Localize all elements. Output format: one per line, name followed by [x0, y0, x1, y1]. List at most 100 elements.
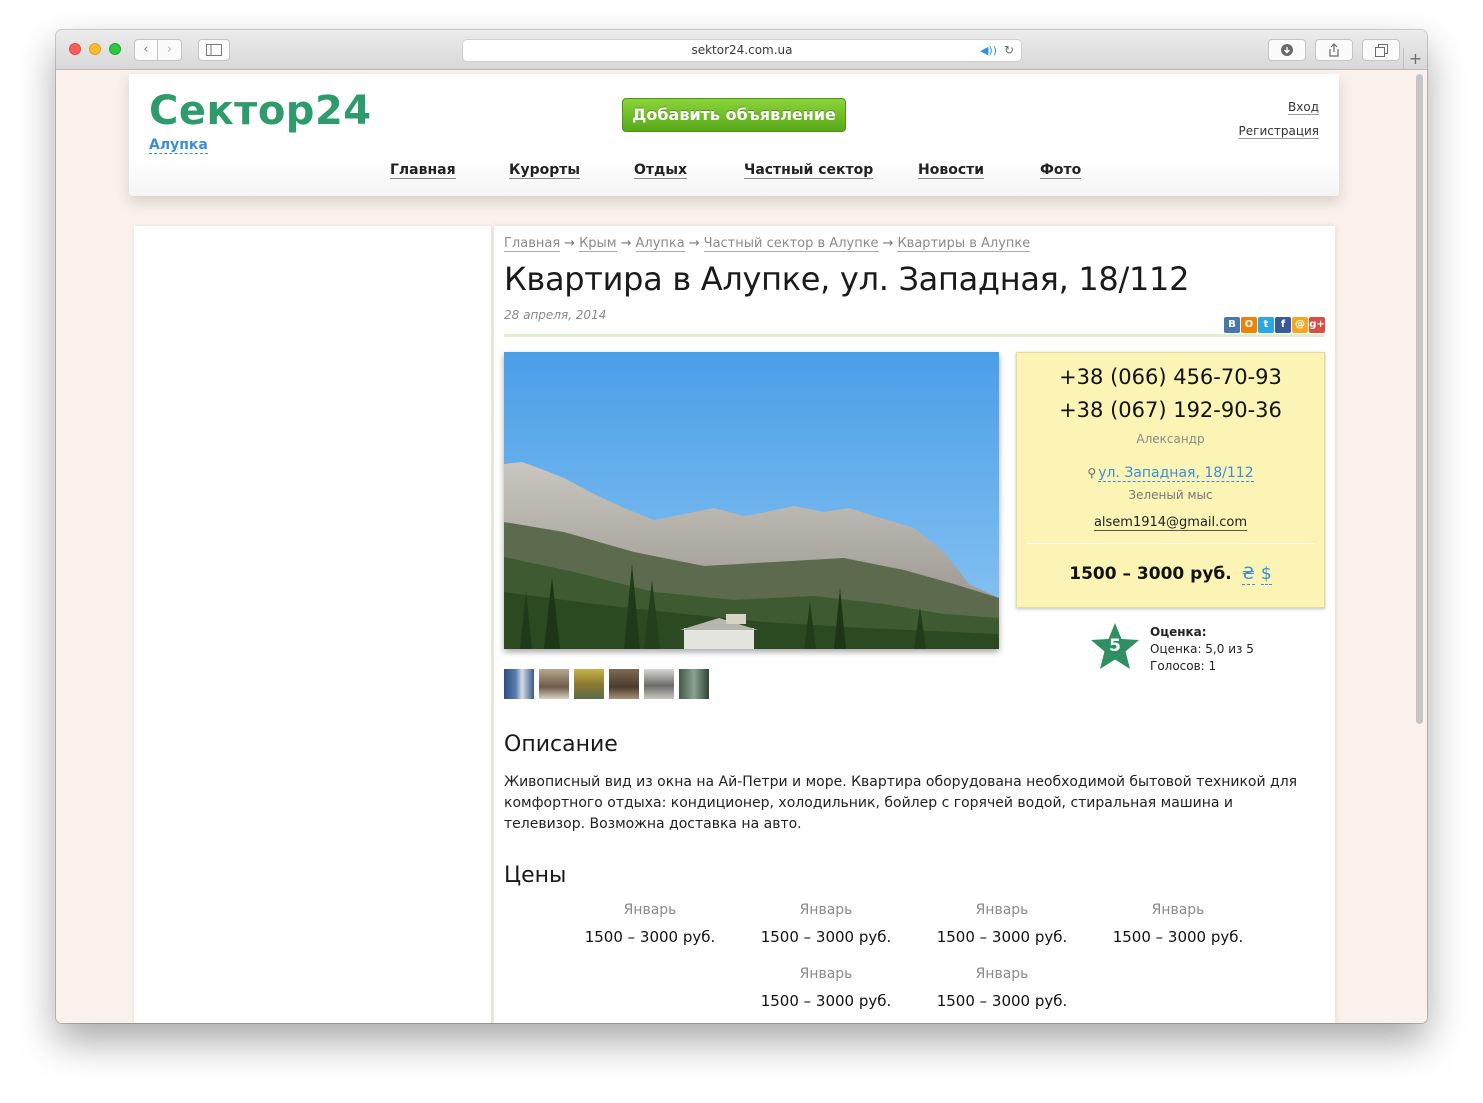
breadcrumb-crimea[interactable]: Крым — [579, 236, 617, 252]
chevron-left-icon: ‹ — [143, 42, 149, 57]
new-tab-button[interactable]: + — [1403, 48, 1427, 70]
sidebar-icon — [206, 44, 222, 56]
map-pin-icon: ⚲ — [1087, 466, 1097, 480]
arrow-right-icon: → — [564, 236, 576, 251]
thumbnail-image[interactable] — [574, 669, 604, 699]
nav-item-private-sector[interactable]: Частный сектор — [744, 162, 874, 179]
share-icon — [1329, 43, 1339, 57]
nav-item-photo[interactable]: Фото — [1040, 162, 1082, 179]
main-nav: Главная Курорты Отдых Частный сектор Нов… — [129, 162, 1339, 186]
sidebar-toggle-button[interactable] — [198, 39, 230, 61]
price-month: Январь — [975, 966, 1029, 982]
currency-uah-toggle[interactable]: ₴ — [1241, 564, 1255, 585]
add-listing-button[interactable]: Добавить объявление — [622, 98, 846, 132]
close-window-button[interactable] — [69, 43, 81, 55]
left-sidebar — [134, 226, 491, 1023]
nav-item-home[interactable]: Главная — [390, 162, 456, 179]
back-button[interactable]: ‹ — [134, 39, 158, 61]
share-buttons: В Оt f @ g+ — [1223, 312, 1325, 333]
price-range: 1500 – 3000 руб. — [936, 992, 1068, 1010]
photo-thumbnails — [504, 669, 714, 699]
price-cell: Январь 1500 – 3000 руб. — [575, 902, 725, 946]
price-cell: Январь 1500 – 3000 руб. — [927, 966, 1077, 1010]
thumbnail-image[interactable] — [644, 669, 674, 699]
prices-heading: Цены — [504, 863, 567, 888]
register-link[interactable]: Регистрация — [1238, 124, 1319, 139]
downloads-button[interactable] — [1268, 39, 1306, 61]
price-month: Январь — [623, 902, 677, 918]
minimize-window-button[interactable] — [89, 43, 101, 55]
thumbnail-image[interactable] — [504, 669, 534, 699]
phone-number-1[interactable]: +38 (066) 456-70-93 — [1017, 365, 1324, 389]
price-cell: Январь 1500 – 3000 руб. — [927, 902, 1077, 946]
breadcrumb-apartments[interactable]: Квартиры в Алупке — [897, 236, 1031, 252]
nav-item-news[interactable]: Новости — [918, 162, 985, 179]
rating-badge-number: 5 — [1109, 636, 1121, 656]
site-logo[interactable]: Сектор24 — [149, 88, 372, 134]
tab-overview-button[interactable] — [1362, 39, 1400, 61]
breadcrumb-private-sector[interactable]: Частный сектор в Алупке — [703, 236, 879, 252]
login-link[interactable]: Вход — [1288, 100, 1319, 115]
price-month: Январь — [799, 902, 853, 918]
facebook-icon[interactable]: f — [1275, 317, 1291, 333]
address: ⚲ ул. Западная, 18/112 — [1017, 465, 1324, 482]
description-heading: Описание — [504, 732, 618, 757]
breadcrumb: Главная → Крым → Алупка → Частный сектор в Алу… — [504, 236, 1031, 252]
twitter-icon[interactable]: t — [1258, 317, 1274, 333]
chevron-right-icon: › — [166, 42, 173, 57]
price-range: 1500 – 3000 руб. — [760, 992, 892, 1010]
listing-content: Главная → Крым → Алупка → Частный сектор в Алу… — [494, 226, 1335, 1023]
post-date: 28 апреля, 2014 — [504, 308, 607, 322]
breadcrumb-home[interactable]: Главная — [504, 236, 561, 252]
price-cell: Январь 1500 – 3000 руб. — [751, 966, 901, 1010]
odnoklassniki-icon[interactable]: О — [1241, 317, 1257, 333]
reload-icon[interactable]: ↻ — [1004, 40, 1014, 61]
city-selector-link[interactable]: Алупка — [149, 137, 208, 154]
breadcrumb-alupka[interactable]: Алупка — [635, 236, 685, 252]
price-range: 1500 – 3000 руб. — [936, 928, 1068, 946]
description-text: Живописный вид из окна на Ай-Петри и мор… — [504, 774, 1298, 832]
rating-star-badge: 5 — [1090, 622, 1140, 672]
title-divider — [504, 334, 1324, 337]
speaker-icon[interactable]: ◀)) — [980, 40, 997, 61]
email-link[interactable]: alsem1914@gmail.com — [1093, 515, 1248, 531]
thumbnail-image[interactable] — [679, 669, 709, 699]
address-bar[interactable]: sektor24.com.ua ◀)) ↻ — [462, 39, 1022, 62]
plus-icon: + — [1408, 49, 1423, 68]
thumbnail-image[interactable] — [609, 669, 639, 699]
arrow-right-icon: → — [882, 236, 894, 251]
price-month: Январь — [799, 966, 853, 982]
logo-number: 24 — [314, 88, 372, 134]
nav-item-resorts[interactable]: Курорты — [509, 162, 581, 179]
share-button[interactable] — [1315, 39, 1353, 61]
mailru-icon[interactable]: @ — [1292, 317, 1308, 333]
currency-usd-toggle[interactable]: $ — [1260, 564, 1272, 585]
district-name: Зеленый мыс — [1128, 488, 1213, 502]
forward-button[interactable]: › — [158, 39, 182, 61]
maximize-window-button[interactable] — [109, 43, 121, 55]
arrow-right-icon: → — [620, 236, 632, 251]
phone-number-2[interactable]: +38 (067) 192-90-36 — [1017, 398, 1324, 422]
page-viewport: Сектор24 Алупка Добавить объявление Вход… — [56, 70, 1427, 1023]
thumbnail-image[interactable] — [539, 669, 569, 699]
price-range: 1500 – 3000 руб. — [584, 928, 716, 946]
page-scrollbar[interactable] — [1416, 74, 1423, 724]
url-text: sektor24.com.ua — [691, 43, 793, 57]
logo-text: Сектор — [149, 88, 315, 134]
download-icon — [1281, 44, 1293, 56]
contact-divider — [1027, 543, 1314, 544]
googleplus-icon[interactable]: g+ — [1309, 317, 1325, 333]
address-link[interactable]: ул. Западная, 18/112 — [1098, 465, 1254, 482]
page-title: Квартира в Алупке, ул. Западная, 18/112 — [504, 260, 1190, 298]
price-range: 1500 – 3000 руб. — [1112, 928, 1244, 946]
contact-box: +38 (066) 456-70-93 +38 (067) 192-90-36 … — [1016, 352, 1325, 608]
browser-toolbar: ‹ › sektor24.com.ua ◀)) ↻ + — [56, 30, 1427, 70]
nav-item-vacation[interactable]: Отдых — [634, 162, 688, 179]
rating-block: 5 Оценка: Оценка: 5,0 из 5 Голосов: 1 — [1090, 622, 1290, 676]
price-cell: Январь 1500 – 3000 руб. — [1103, 902, 1253, 946]
vk-icon[interactable]: В — [1224, 317, 1240, 333]
price-month: Январь — [1151, 902, 1205, 918]
price-month: Январь — [975, 902, 1029, 918]
main-photo[interactable] — [504, 352, 999, 649]
owner-name: Александр — [1136, 432, 1205, 446]
